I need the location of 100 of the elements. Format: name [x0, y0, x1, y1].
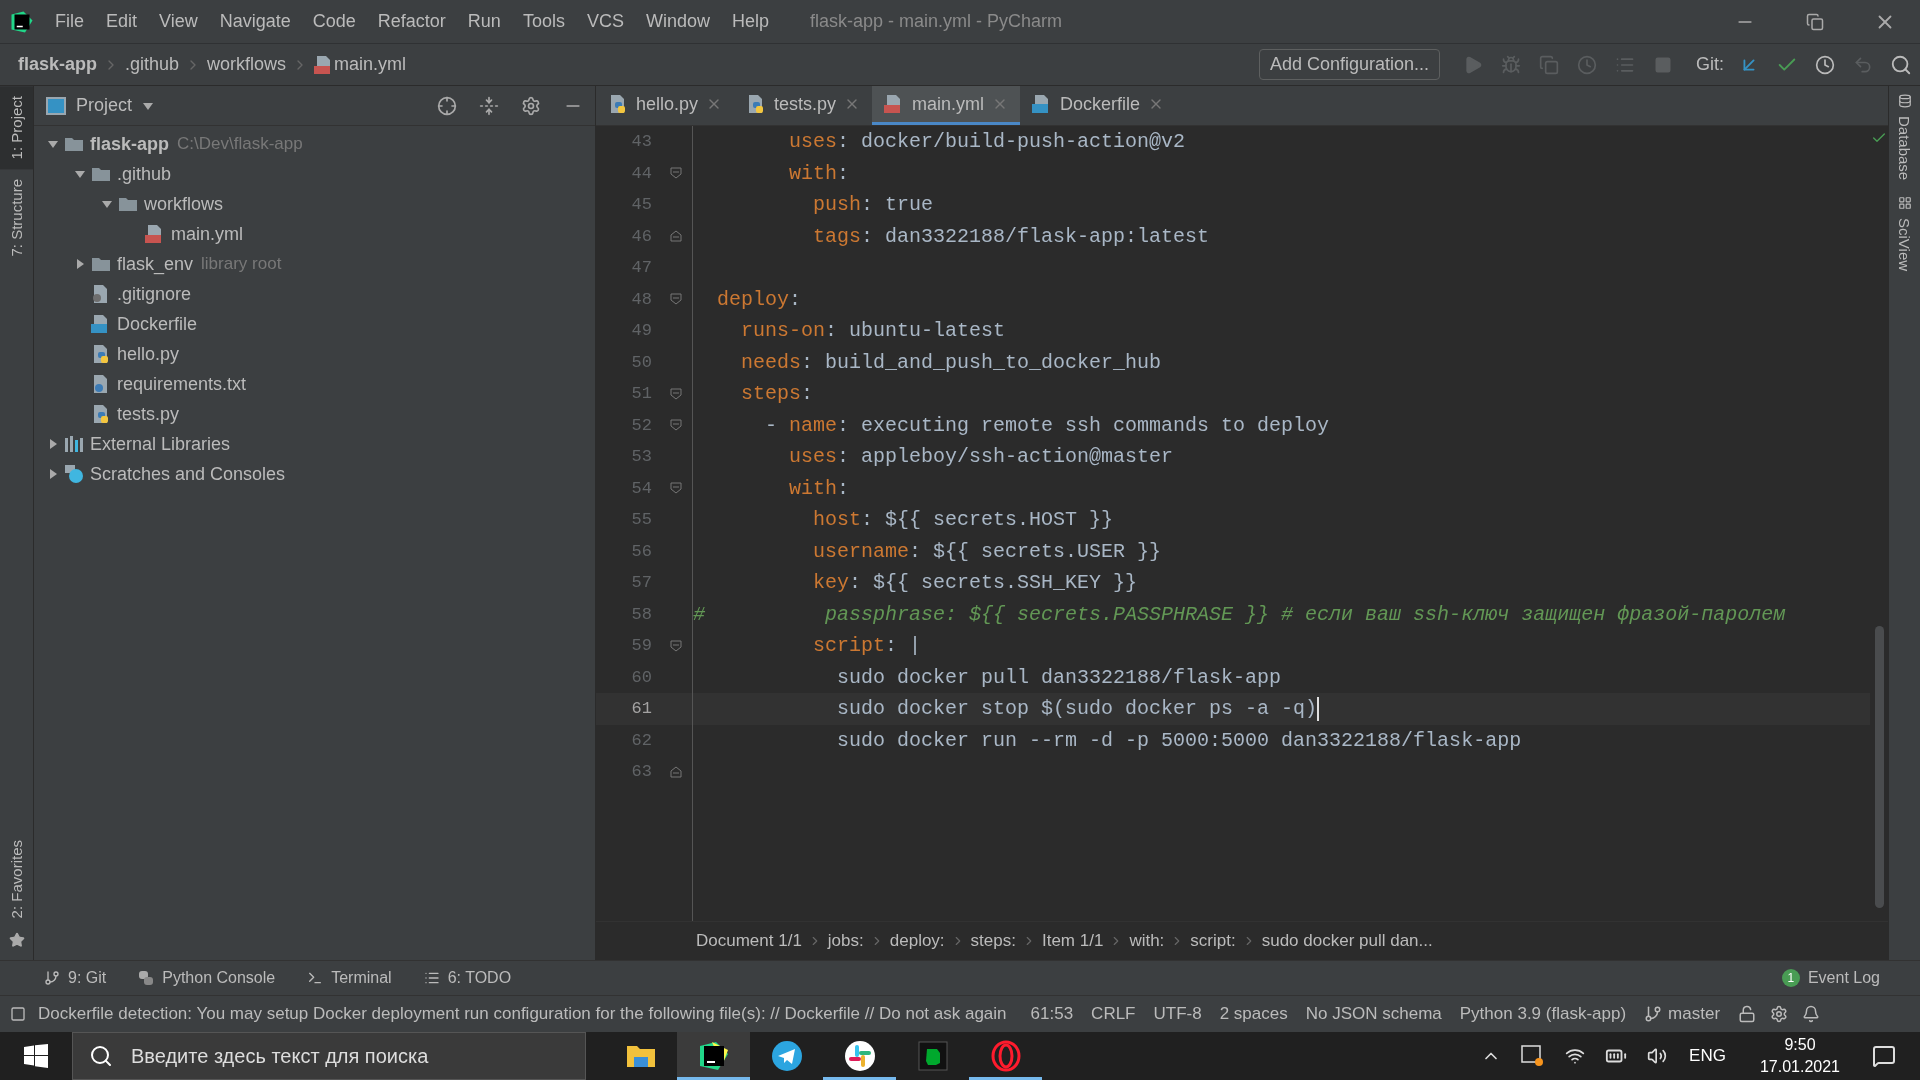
tool-window-button[interactable]: Terminal [307, 969, 392, 987]
tree-item[interactable]: Scratches and Consoles [90, 463, 286, 485]
star-icon[interactable] [8, 932, 25, 948]
menu-item[interactable]: Code [301, 11, 367, 32]
taskbar-app[interactable] [677, 1032, 750, 1080]
expanded-arrow-icon[interactable] [74, 168, 86, 180]
fold-end-marker-icon[interactable] [670, 230, 682, 243]
line-number: 63 [630, 762, 653, 782]
code-line: tags: dan3322188/flask-app:latest [812, 224, 1210, 248]
status-item[interactable]: 2 spaces [1219, 1004, 1288, 1024]
code-line: with: [788, 476, 850, 500]
tool-window-tab[interactable]: Database [1889, 86, 1920, 189]
breadcrumb[interactable]: flask-app [18, 54, 98, 75]
tree-item[interactable]: flask_env [117, 253, 194, 275]
search-icon [89, 1044, 113, 1068]
settings-icon[interactable] [1770, 1005, 1789, 1023]
tree-item[interactable]: tests.py [117, 403, 180, 425]
code-line: push: true [812, 193, 934, 217]
fold-marker-icon[interactable] [670, 167, 682, 180]
editor-tab[interactable]: Dockerfile [1020, 86, 1177, 125]
locate-icon[interactable] [437, 95, 457, 116]
editor-tab[interactable]: tests.py [734, 86, 873, 125]
structure-breadcrumb[interactable]: with: [1129, 931, 1165, 951]
settings-icon[interactable] [521, 95, 541, 116]
menu-item[interactable]: View [148, 11, 209, 32]
paper-plane-app-icon [770, 1040, 803, 1072]
search-field[interactable]: Введите здесь текст для поиска [72, 1032, 586, 1080]
structure-breadcrumb[interactable]: Item 1/1 [1041, 931, 1104, 951]
tree-item[interactable]: hello.py [117, 343, 180, 365]
status-item[interactable]: UTF-8 [1153, 1004, 1202, 1024]
tree-item[interactable]: workflows [144, 193, 223, 215]
tree-item[interactable]: .github [117, 163, 172, 185]
tree-item[interactable]: main.yml [171, 223, 243, 245]
fold-marker-icon[interactable] [670, 639, 682, 652]
clock-time[interactable]: 9:50 [1784, 1034, 1816, 1056]
status-item[interactable]: 61:53 [1030, 1004, 1074, 1024]
editor-tab[interactable]: main.yml [872, 86, 1021, 125]
status-message[interactable]: Dockerfile detection: You may setup Docker deployment run configuration for the following file(s): // Dockerfile // Do not ask again [38, 1004, 1007, 1024]
search-icon[interactable] [1890, 53, 1912, 76]
add-configuration-button[interactable]: Add Configuration... [1258, 49, 1440, 80]
structure-breadcrumb[interactable]: jobs: [827, 931, 864, 951]
tree-item[interactable]: flask-app [90, 133, 170, 155]
tree-item[interactable]: .gitignore [117, 283, 192, 305]
fold-end-marker-icon[interactable] [670, 765, 682, 778]
breadcrumb[interactable]: main.yml [334, 54, 407, 75]
tree-item[interactable]: Dockerfile [117, 313, 198, 335]
window-title: flask-app - main.yml - PyCharm [810, 11, 1064, 32]
panel-title[interactable]: Project [76, 95, 133, 116]
collapse-all-icon[interactable] [479, 95, 499, 116]
tool-window-tab[interactable]: 2: Favorites [0, 829, 33, 928]
menu-item[interactable]: Navigate [208, 11, 302, 32]
windows-start-icon[interactable] [24, 1044, 48, 1068]
tool-window-tab[interactable]: SciView [1889, 188, 1920, 280]
menu-item[interactable]: Help [720, 11, 780, 32]
menu-item[interactable]: Refactor [366, 11, 457, 32]
structure-breadcrumb[interactable]: Document 1/1 [696, 931, 802, 951]
volume-icon[interactable] [1647, 1046, 1668, 1066]
fold-marker-icon[interactable] [670, 293, 682, 306]
status-item[interactable]: CRLF [1091, 1004, 1136, 1024]
editor-tab[interactable]: hello.py [596, 86, 735, 125]
breadcrumb[interactable]: .github [125, 54, 180, 75]
fold-marker-icon[interactable] [670, 419, 682, 432]
menu-item[interactable]: File [44, 11, 95, 32]
clock-date[interactable]: 17.01.2021 [1759, 1056, 1840, 1078]
menu-item[interactable]: Edit [95, 11, 149, 32]
fold-marker-icon[interactable] [670, 387, 682, 400]
structure-breadcrumb[interactable]: steps: [970, 931, 1016, 951]
unlock-icon[interactable] [1738, 1005, 1757, 1023]
notifications-icon[interactable] [1872, 1044, 1896, 1068]
tool-window-button[interactable]: 6: TODO [423, 969, 512, 987]
structure-breadcrumb[interactable]: script: [1190, 931, 1236, 951]
structure-breadcrumb[interactable]: deploy: [889, 931, 945, 951]
collapsed-arrow-icon[interactable] [47, 438, 59, 450]
menu-item[interactable]: Window [634, 11, 721, 32]
menu-item[interactable]: Run [456, 11, 512, 32]
wifi-icon[interactable] [1565, 1046, 1586, 1066]
tool-window-tab[interactable]: 1: Project [0, 86, 33, 170]
scrollbar-thumb[interactable] [1874, 626, 1884, 908]
status-item[interactable]: No JSON schema [1305, 1004, 1442, 1024]
tree-item[interactable]: External Libraries [90, 433, 231, 455]
menu-item[interactable]: Tools [511, 11, 576, 32]
language-indicator[interactable]: ENG [1689, 1046, 1726, 1066]
tool-window-tab[interactable]: 7: Structure [0, 169, 33, 267]
event-log-button[interactable]: 1 Event Log [1781, 969, 1880, 987]
notification-icon[interactable] [1802, 1005, 1821, 1023]
fold-marker-icon[interactable] [670, 482, 682, 495]
structure-breadcrumb[interactable]: sudo docker pull dan... [1261, 931, 1433, 951]
breadcrumb[interactable]: workflows [207, 54, 287, 75]
git-branch[interactable]: master [1668, 1004, 1721, 1024]
status-item[interactable]: Python 3.9 (flask-app) [1459, 1004, 1627, 1024]
restore-icon[interactable] [1806, 12, 1824, 31]
collapsed-arrow-icon[interactable] [47, 468, 59, 480]
expanded-arrow-icon[interactable] [101, 198, 113, 210]
tool-window-button[interactable]: Python Console [138, 969, 276, 987]
history-icon[interactable] [1815, 54, 1835, 75]
expanded-arrow-icon[interactable] [47, 138, 59, 150]
tool-window-button[interactable]: 9: Git [44, 969, 107, 987]
collapsed-arrow-icon[interactable] [74, 258, 86, 270]
menu-item[interactable]: VCS [575, 11, 635, 32]
tree-item[interactable]: requirements.txt [117, 373, 247, 395]
